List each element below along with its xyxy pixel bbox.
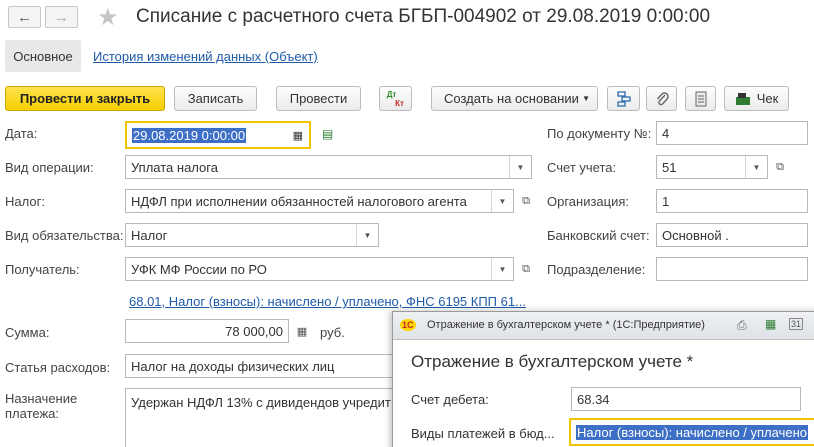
date-value: 29.08.2019 0:00:00 — [132, 127, 247, 143]
payment-types-label: Виды платежей в бюд... — [411, 426, 555, 441]
create-based-on-label: Создать на основании — [444, 91, 579, 106]
expense-item-field[interactable]: Налог на доходы физических лиц — [125, 354, 400, 378]
structure-icon — [616, 90, 631, 107]
popup-heading: Отражение в бухгалтерском учете * — [411, 352, 694, 371]
bank-account-value: Основной . — [662, 227, 729, 243]
dt-label: Дт — [386, 89, 397, 99]
liability-type-select[interactable]: Налог ▼ — [125, 223, 379, 247]
back-button[interactable]: ← — [8, 6, 41, 28]
recipient-value: УФК МФ России по РО — [131, 261, 267, 277]
chevron-down-icon[interactable]: ▼ — [356, 224, 378, 246]
chevron-down-icon[interactable]: ▼ — [491, 190, 513, 212]
document-icon — [695, 91, 706, 106]
forward-button[interactable]: → — [45, 6, 78, 28]
bank-account-field[interactable]: Основной . — [656, 223, 808, 247]
account-link[interactable]: 68.01, Налог (взносы): начислено / уплач… — [129, 294, 526, 309]
operation-type-label: Вид операции: — [5, 160, 94, 175]
date-field[interactable]: 29.08.2019 0:00:00 ▦ — [125, 121, 311, 149]
expense-item-label: Статья расходов: — [5, 360, 111, 375]
arrow-right-icon: → — [54, 8, 69, 26]
receipt-label: Чек — [756, 91, 779, 106]
tax-value: НДФЛ при исполнении обязанностей налогов… — [131, 193, 467, 209]
star-icon[interactable]: ★ — [97, 3, 119, 32]
paperclip-icon — [656, 91, 669, 105]
calendar-icon[interactable]: ▦ — [293, 129, 303, 142]
account-label: Счет учета: — [547, 160, 617, 175]
save-button[interactable]: Записать — [174, 86, 257, 111]
debit-account-label: Счет дебета: — [411, 392, 489, 407]
attach-button[interactable] — [646, 86, 677, 111]
chevron-down-icon: ▼ — [582, 94, 590, 103]
page-title: Списание с расчетного счета БГБП-004902 … — [136, 6, 711, 27]
purpose-label: Назначение платежа: — [5, 391, 77, 421]
open-account-icon[interactable]: ⧉ — [770, 156, 790, 178]
chevron-down-icon[interactable]: ▼ — [509, 156, 531, 178]
debit-account-field[interactable]: 68.34 — [571, 387, 801, 411]
debit-account-value: 68.34 — [577, 391, 610, 407]
account-field[interactable]: 51 ▼ — [656, 155, 768, 179]
open-recipient-icon[interactable]: ⧉ — [516, 258, 536, 280]
organization-label: Организация: — [547, 194, 630, 209]
calculator-icon[interactable]: ▦ — [292, 320, 312, 342]
calendar-icon[interactable]: 31 — [789, 318, 804, 330]
document-check-icon[interactable]: ▤ — [322, 127, 333, 141]
tax-label: Налог: — [5, 194, 45, 209]
print-icon[interactable]: ⎙ — [737, 318, 747, 333]
post-button[interactable]: Провести — [276, 86, 361, 111]
dt-kt-button[interactable]: Дт Кт — [379, 86, 412, 111]
operation-type-value: Уплата налога — [131, 159, 218, 175]
department-field[interactable] — [656, 257, 808, 281]
purpose-label-line1: Назначение — [5, 391, 78, 406]
currency-label: руб. — [320, 325, 345, 340]
table-icon[interactable]: ▦ — [765, 317, 776, 331]
sum-label: Сумма: — [5, 325, 50, 340]
post-and-close-button[interactable]: Провести и закрыть — [5, 86, 165, 111]
purpose-textarea[interactable]: Удержан НДФЛ 13% с дивидендов учредит — [125, 388, 400, 447]
app-1c-icon: 1С — [400, 319, 416, 331]
department-label: Подразделение: — [547, 262, 646, 277]
document-number-value: 4 — [662, 125, 670, 141]
arrow-left-icon: ← — [17, 8, 32, 26]
payment-types-value: Налог (взносы): начислено / уплачено — [576, 424, 808, 440]
chevron-down-icon[interactable]: ▼ — [491, 258, 513, 280]
date-label: Дата: — [5, 126, 38, 141]
purpose-value: Удержан НДФЛ 13% с дивидендов учредит — [131, 395, 391, 410]
accounting-popup-window: 1С Отражение в бухгалтерском учете * (1С… — [392, 311, 814, 447]
receipt-button[interactable]: Чек — [724, 86, 789, 111]
account-value: 51 — [662, 159, 677, 175]
operation-type-select[interactable]: Уплата налога ▼ — [125, 155, 532, 179]
popup-titlebar: 1С Отражение в бухгалтерском учете * (1С… — [393, 312, 814, 340]
kt-label: Кт — [395, 98, 404, 108]
tab-history-link[interactable]: История изменений данных (Объект) — [93, 49, 318, 64]
open-tax-icon[interactable]: ⧉ — [516, 190, 536, 212]
document-number-label: По документу №: — [547, 126, 652, 141]
structure-button[interactable] — [607, 86, 640, 111]
document-number-field[interactable]: 4 — [656, 121, 808, 145]
payment-types-field[interactable]: Налог (взносы): начислено / уплачено — [569, 418, 814, 446]
chevron-down-icon[interactable]: ▼ — [745, 156, 767, 178]
organization-value: 1 — [662, 193, 670, 209]
cash-register-icon — [735, 92, 750, 105]
list-button[interactable] — [685, 86, 716, 111]
liability-type-value: Налог — [131, 227, 168, 243]
popup-window-title: Отражение в бухгалтерском учете * (1С:Пр… — [427, 319, 705, 331]
sum-field[interactable]: 78 000,00 — [125, 319, 289, 343]
tab-main[interactable]: Основное — [5, 40, 81, 72]
bank-account-label: Банковский счет: — [547, 228, 650, 243]
sum-value: 78 000,00 — [225, 323, 283, 339]
create-based-on-button[interactable]: Создать на основании ▼ — [431, 86, 598, 111]
organization-field[interactable]: 1 — [656, 189, 808, 213]
liability-type-label: Вид обязательства: — [5, 228, 124, 243]
tax-field[interactable]: НДФЛ при исполнении обязанностей налогов… — [125, 189, 514, 213]
purpose-label-line2: платежа: — [5, 406, 59, 421]
recipient-field[interactable]: УФК МФ России по РО ▼ — [125, 257, 514, 281]
recipient-label: Получатель: — [5, 262, 80, 277]
expense-item-value: Налог на доходы физических лиц — [131, 358, 335, 374]
